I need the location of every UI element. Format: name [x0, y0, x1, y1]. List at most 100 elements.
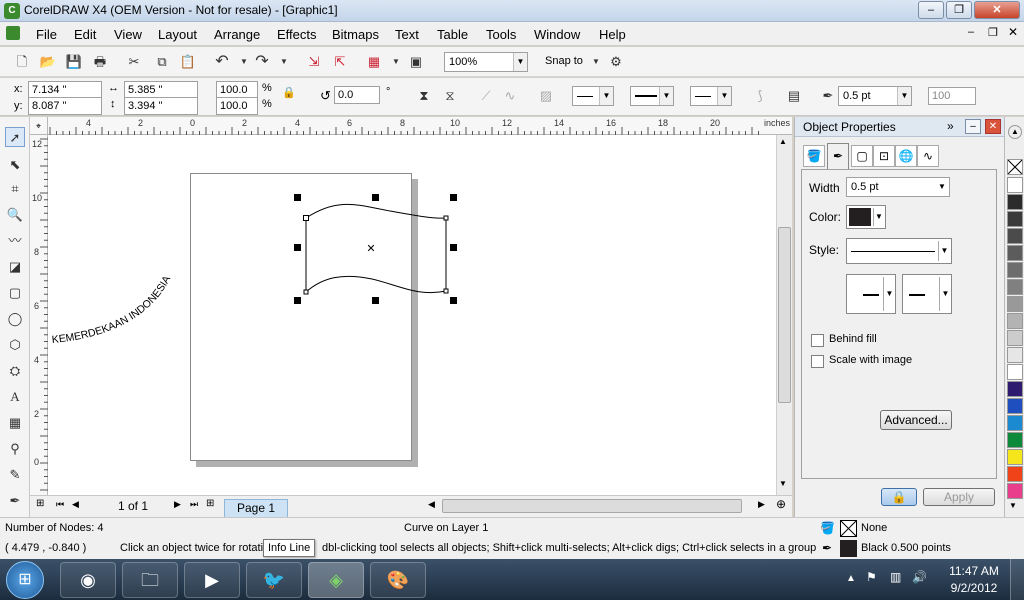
next-page-icon[interactable]: ▶ — [174, 499, 181, 510]
ruler-origin-icon[interactable]: ⌖ — [30, 117, 48, 135]
menu-edit[interactable]: Edit — [74, 27, 96, 42]
vertical-scroll-thumb[interactable] — [778, 227, 791, 403]
palette-scroll-down-icon[interactable]: ▼ — [1009, 501, 1017, 510]
menu-window[interactable]: Window — [534, 27, 580, 42]
docker-expand-icon[interactable]: » — [947, 119, 954, 133]
color-swatch[interactable] — [1007, 177, 1023, 193]
menu-view[interactable]: View — [114, 27, 142, 42]
menu-text[interactable]: Text — [395, 27, 419, 42]
menu-effects[interactable]: Effects — [277, 27, 317, 42]
cut-icon[interactable]: ✂ — [124, 53, 144, 71]
add-page-after-icon[interactable]: ⊞ — [206, 498, 214, 509]
close-button[interactable]: ✕ — [974, 1, 1020, 19]
maximize-button[interactable]: ❐ — [946, 1, 972, 19]
outline-width-dropdown[interactable]: 0.5 pt ▼ — [838, 86, 912, 106]
redo-icon[interactable]: ↷ — [252, 53, 272, 71]
vertical-ruler[interactable]: 12 10 8 6 4 2 0 — [30, 135, 48, 495]
volume-icon[interactable]: 🔊 — [912, 570, 927, 584]
start-arrow-select[interactable]: ▼ — [846, 274, 896, 314]
freehand-tool-icon[interactable]: 〰 — [5, 231, 25, 251]
to-curve-icon[interactable]: ∿ — [500, 87, 520, 105]
curved-text-object[interactable]: KEMERDEKAAN INDONESIA — [48, 255, 188, 355]
color-swatch[interactable] — [1007, 483, 1023, 499]
interactive-blend-tool-icon[interactable]: ⚲ — [5, 439, 25, 459]
clock-date[interactable]: 9/2/2012 — [946, 581, 1002, 595]
selection-handle[interactable] — [372, 297, 379, 304]
outline-pen-icon[interactable]: ✒ — [818, 87, 838, 105]
export-icon[interactable]: ⇱ — [330, 53, 350, 71]
scroll-up-icon[interactable]: ▲ — [779, 137, 787, 146]
rotation-angle-field[interactable]: 0.0 — [334, 86, 380, 104]
horizontal-scroll-thumb[interactable] — [442, 499, 742, 513]
navigator-icon[interactable]: ⊕ — [776, 497, 786, 511]
selection-handle[interactable] — [294, 194, 301, 201]
table-tool-icon[interactable]: ▦ — [5, 413, 25, 433]
smart-fill-tool-icon[interactable]: ◪ — [5, 257, 25, 277]
coreldraw-app-icon[interactable]: C — [4, 3, 20, 19]
snap-to-label[interactable]: Snap to — [545, 55, 583, 67]
docker-close-icon[interactable]: ✕ — [985, 119, 1001, 134]
outline-tab-icon[interactable]: ✒ — [827, 143, 849, 169]
ellipse-tool-icon[interactable]: ◯ — [5, 309, 25, 329]
menu-table[interactable]: Table — [437, 27, 468, 42]
eyedropper-tool-icon[interactable]: ✎ — [5, 465, 25, 485]
doc-minimize-icon[interactable]: – — [968, 26, 974, 38]
color-swatch[interactable] — [1007, 211, 1023, 227]
outline-tool-icon[interactable]: ✒ — [5, 491, 25, 511]
no-color-swatch[interactable] — [1007, 159, 1023, 175]
add-page-before-icon[interactable]: ⊞ — [36, 498, 44, 509]
curve-tab-icon[interactable]: ∿ — [917, 145, 939, 167]
print-icon[interactable]: 🖶 — [90, 53, 110, 71]
menu-arrange[interactable]: Arrange — [214, 27, 260, 42]
selection-handle[interactable] — [450, 194, 457, 201]
behind-fill-checkbox[interactable] — [811, 334, 824, 347]
selection-handle[interactable] — [450, 297, 457, 304]
start-arrowhead-dropdown[interactable]: ▼ — [572, 86, 614, 106]
minimize-button[interactable]: – — [918, 1, 944, 19]
options-icon[interactable]: ⚙ — [606, 53, 626, 71]
selection-handle[interactable] — [450, 244, 457, 251]
fill-none-swatch[interactable] — [840, 520, 857, 537]
menu-file[interactable]: File — [36, 27, 57, 42]
color-swatch[interactable] — [1007, 347, 1023, 363]
text-tool-icon[interactable]: A — [5, 387, 25, 407]
drawing-canvas[interactable]: KEMERDEKAAN INDONESIA ✕ — [48, 135, 776, 495]
clock-time[interactable]: 11:47 AM — [946, 564, 1002, 578]
color-swatch[interactable] — [1007, 262, 1023, 278]
application-launcher-icon[interactable]: ▦ — [364, 53, 384, 71]
coreldraw-taskbar-icon[interactable]: ◈ — [308, 562, 364, 598]
menu-tools[interactable]: Tools — [486, 27, 516, 42]
start-button[interactable]: ⊞ — [6, 561, 44, 599]
open-icon[interactable]: 📂 — [38, 53, 58, 71]
color-swatch[interactable] — [1007, 228, 1023, 244]
detail-tab-icon[interactable]: ⊡ — [873, 145, 895, 167]
scroll-left-icon[interactable]: ◀ — [428, 499, 435, 510]
selection-handle[interactable] — [372, 194, 379, 201]
color-swatch[interactable] — [1007, 279, 1023, 295]
color-swatch[interactable] — [1007, 432, 1023, 448]
shape-tool-icon[interactable]: ⬉ — [5, 155, 25, 175]
end-arrowhead-dropdown[interactable]: ▼ — [690, 86, 732, 106]
zoom-levels-dropdown[interactable]: 100% ▼ — [444, 52, 528, 72]
last-page-icon[interactable]: ⏭ — [190, 499, 198, 510]
outline-pen-status-icon[interactable]: ✒ — [822, 541, 832, 555]
zoom-tool-icon[interactable]: 🔍 — [5, 205, 25, 225]
scroll-down-icon[interactable]: ▼ — [779, 479, 787, 488]
mirror-vertical-icon[interactable]: ⧖ — [440, 87, 460, 105]
undo-dropdown-icon[interactable]: ▼ — [234, 53, 254, 71]
import-icon[interactable]: ⇲ — [304, 53, 324, 71]
color-swatch[interactable] — [1007, 194, 1023, 210]
document-icon[interactable] — [6, 26, 20, 40]
launcher-dropdown-icon[interactable]: ▼ — [386, 53, 406, 71]
doc-close-icon[interactable]: ✕ — [1008, 25, 1018, 39]
redo-dropdown-icon[interactable]: ▼ — [274, 53, 294, 71]
object-height-field[interactable]: 3.394 " — [124, 97, 198, 115]
end-arrow-select[interactable]: ▼ — [902, 274, 952, 314]
docker-minimize-icon[interactable]: – — [965, 119, 981, 134]
color-swatch[interactable] — [1007, 313, 1023, 329]
color-swatch[interactable] — [1007, 398, 1023, 414]
doc-restore-icon[interactable]: ❐ — [988, 26, 998, 39]
snap-to-dropdown-icon[interactable]: ▼ — [586, 53, 606, 71]
color-swatch[interactable] — [1007, 330, 1023, 346]
scroll-right-icon[interactable]: ▶ — [758, 499, 765, 510]
